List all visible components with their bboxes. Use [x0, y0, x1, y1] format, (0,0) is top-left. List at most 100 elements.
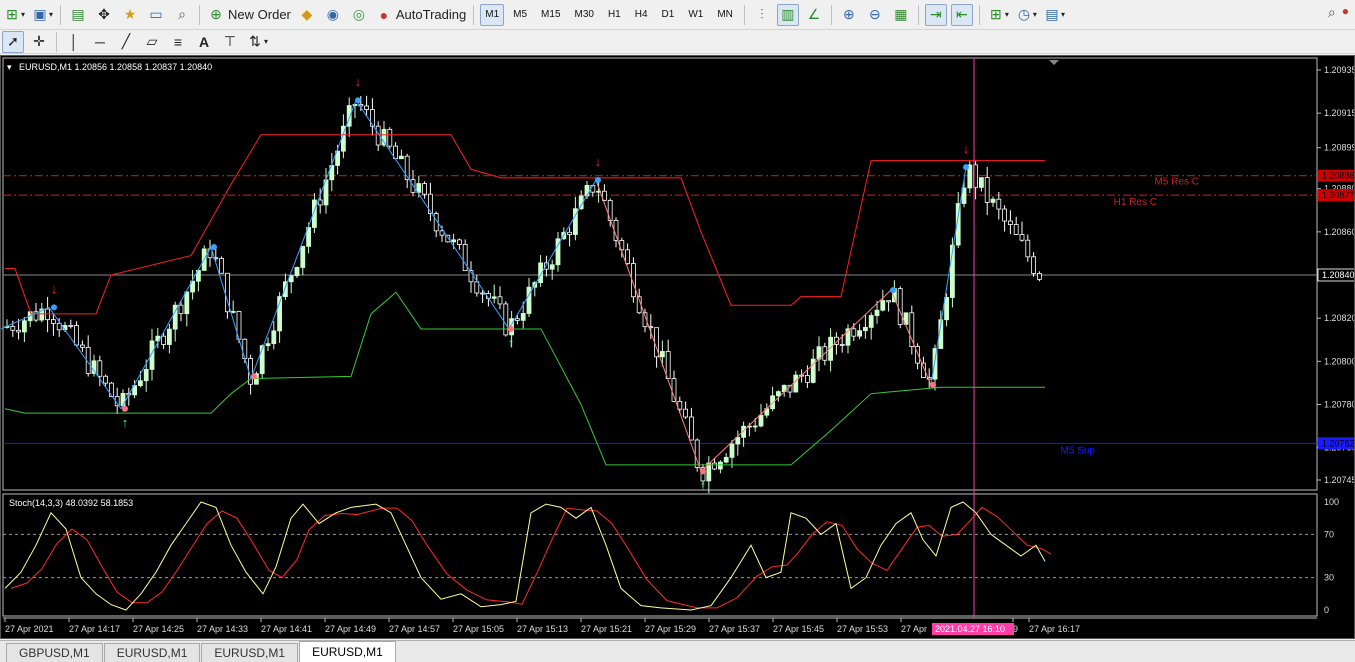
chart-tab-1[interactable]: EURUSD,M1 [103, 643, 201, 662]
new-order-button[interactable]: ⊕ New Order [206, 4, 292, 26]
auto-scroll-button[interactable]: ⇥ [924, 3, 947, 26]
text-label-button[interactable]: ⊤ [219, 31, 241, 53]
chart-shift-marker [1049, 60, 1059, 65]
candle-body [584, 185, 590, 197]
candle-body [1037, 273, 1042, 280]
timeframe-h4[interactable]: H4 [630, 4, 653, 26]
candle-body [161, 335, 167, 345]
chart-tab-3[interactable]: EURUSD,M1 [299, 641, 396, 662]
level-tag: 1.20886 [1322, 171, 1354, 181]
zoom-out-icon: ⊖ [869, 6, 881, 22]
zigzag-pivot [963, 164, 969, 171]
crosshair-icon: ✥ [98, 6, 110, 22]
crosshair-button[interactable]: ✛ [28, 31, 50, 53]
periods-button[interactable]: ◷ ▾ [1014, 4, 1038, 26]
zigzag-pivot [51, 304, 57, 311]
fibonacci-button[interactable]: ≡ [167, 31, 189, 53]
text-button[interactable]: A [193, 31, 215, 53]
stoch-pane-border [2, 493, 1318, 617]
candle-body [120, 393, 126, 407]
chart-canvas[interactable]: 1.209351.209151.208991.208801.208601.208… [1, 56, 1354, 638]
candle-body [723, 456, 729, 463]
price-label: 1.20820 [1324, 313, 1354, 323]
candle-body [526, 286, 532, 314]
autotrading-button[interactable]: ● AutoTrading [374, 4, 467, 26]
timeframe-d1[interactable]: D1 [657, 4, 680, 26]
templates-button[interactable]: ▤ ▾ [1042, 4, 1066, 26]
candle-body [1002, 208, 1007, 222]
equidistant-channel-button[interactable]: ▱ [141, 31, 163, 53]
timeframe-w1[interactable]: W1 [683, 4, 708, 26]
cursor-button[interactable]: ➚ [2, 30, 24, 53]
timeframe-h1[interactable]: H1 [603, 4, 626, 26]
candle-body [451, 239, 457, 243]
chart-tab-0[interactable]: GBPUSD,M1 [6, 643, 103, 662]
level-tag: 1.20762 [1322, 438, 1354, 448]
vertical-line-button[interactable]: │ [63, 31, 85, 53]
horizontal-line-button[interactable]: ─ [89, 31, 111, 53]
price-label: 1.20860 [1324, 227, 1354, 237]
candle-body [671, 378, 677, 402]
data-window-button[interactable]: ✥ [93, 4, 115, 26]
time-label: 27 Apr 14:57 [389, 624, 440, 634]
timeframe-group: M1 M5 M15 M30 H1 H4 D1 W1 MN [478, 3, 740, 26]
chart-window[interactable]: 1.20935 1.20915 1.20899 1.20880 1.20860 1.208… [0, 55, 1355, 639]
market-watch-button[interactable]: ▤ [67, 4, 89, 26]
chart-shift-button[interactable]: ⇤ [950, 3, 973, 26]
search-icon[interactable]: ⌕ [1328, 4, 1336, 21]
candle-body [416, 183, 422, 193]
strategy-tester-button[interactable]: ⌕ [171, 4, 193, 26]
h1-res-label: H1 Res C [1114, 197, 1157, 208]
cursor-arrow-icon: ➚ [7, 33, 19, 49]
zigzag-pivot [508, 325, 514, 332]
line-studies-toolbar: ➚ ✛ │ ─ ╱ ▱ ≡ A ⊤ ⇅ ▾ [0, 30, 1355, 54]
candle-body [317, 199, 323, 206]
candle-body [625, 249, 630, 264]
trendline-button[interactable]: ╱ [115, 31, 137, 53]
line-chart-icon: ∠ [807, 6, 821, 22]
metaeditor-button[interactable]: ◆ [296, 4, 318, 26]
profiles-button[interactable]: ▣ ▾ [30, 4, 54, 26]
candlestick-button[interactable]: ▥ [776, 3, 799, 26]
candle-body [689, 416, 694, 441]
candle-body [80, 344, 85, 348]
navigator-button[interactable]: ★ [119, 4, 141, 26]
tile-windows-button[interactable]: ▦ [890, 4, 912, 26]
candle-body [456, 239, 462, 245]
zigzag-segment [508, 179, 597, 330]
candle-body [387, 128, 393, 147]
timeframe-mn[interactable]: MN [712, 4, 738, 26]
candle-body [520, 313, 526, 321]
level-tag: 1.20840 [1322, 270, 1354, 280]
timeframe-m1[interactable]: M1 [480, 3, 505, 26]
zoom-out-button[interactable]: ⊖ [864, 4, 886, 26]
timeframe-m5[interactable]: M5 [508, 4, 532, 26]
zoom-in-button[interactable]: ⊕ [838, 4, 860, 26]
autotrading-label: AutoTrading [395, 7, 467, 22]
terminal-button[interactable]: ▭ [145, 4, 167, 26]
candle-body [990, 198, 996, 203]
candle-body [1025, 239, 1031, 258]
candle-body [16, 329, 22, 333]
timeframe-m15[interactable]: M15 [536, 4, 565, 26]
candle-body [74, 325, 79, 346]
notification-icon[interactable]: ● [1342, 4, 1349, 21]
candle-body [758, 414, 764, 427]
timeframe-m30[interactable]: M30 [570, 4, 599, 26]
signals-button[interactable]: ◉ [322, 4, 344, 26]
radio-button[interactable]: ◎ [348, 4, 370, 26]
price-label: 1.20780 [1324, 399, 1354, 409]
candle-body [143, 369, 149, 382]
chart-tab-2[interactable]: EURUSD,M1 [201, 643, 299, 662]
symbol-menu-icon: ▾ [7, 62, 12, 72]
indicators-button[interactable]: ⊞ ▾ [986, 4, 1010, 26]
time-label: 27 Apr 14:25 [133, 624, 184, 634]
candle-body [242, 338, 248, 359]
candle-body [97, 360, 103, 377]
arrows-button[interactable]: ⇅ ▾ [245, 31, 269, 53]
new-chart-button[interactable]: ⊞ ▾ [2, 4, 26, 26]
separator [917, 4, 919, 25]
line-chart-button[interactable]: ∠ [803, 4, 825, 26]
price-label: 1.20915 [1324, 108, 1354, 118]
bar-chart-button[interactable]: ⫶ [751, 4, 773, 26]
